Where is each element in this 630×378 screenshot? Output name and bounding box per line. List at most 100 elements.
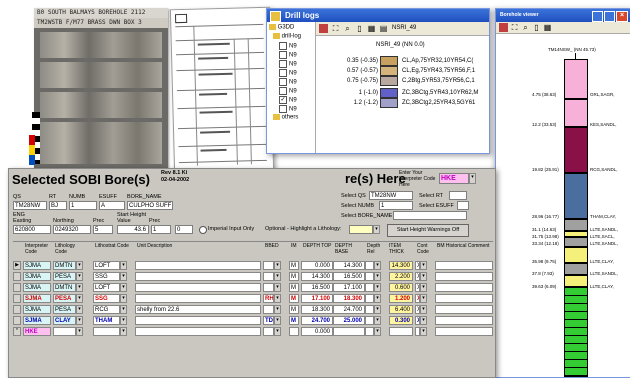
depth-base-cell[interactable]	[333, 327, 365, 336]
lithostrat-code-cell[interactable]: SSG	[93, 272, 120, 281]
dropdown-arrow-icon[interactable]: ▾	[76, 283, 83, 292]
dropdown-arrow-icon[interactable]: ▾	[274, 305, 281, 314]
table-row[interactable]: * HKE ▾ ▾ ▾ 0.000 ▾ ▾	[13, 327, 493, 337]
bore-name-field[interactable]: CULPHO SUFF	[127, 201, 173, 210]
checkbox[interactable]	[279, 78, 287, 86]
item-thick-cell[interactable]: 6.400	[389, 305, 413, 314]
zoom-icon[interactable]: ⌕	[343, 24, 352, 33]
lithostrat-code-cell[interactable]: LOFT	[93, 261, 120, 270]
dropdown-arrow-icon[interactable]: ▾	[120, 261, 127, 270]
dropdown-arrow-icon[interactable]: ▾	[374, 261, 381, 270]
unit-description-cell[interactable]	[135, 261, 261, 270]
lithology-code-cell[interactable]: DMTN	[53, 283, 76, 292]
tree-item[interactable]: ✓ N9	[279, 96, 297, 104]
page-icon[interactable]: ▯	[355, 24, 364, 33]
start-height-warnings-button[interactable]: Start Height Warnings Off	[387, 224, 469, 237]
dropdown-arrow-icon[interactable]: ▾	[76, 327, 83, 336]
tree-item[interactable]: N9	[279, 87, 297, 95]
dropdown-arrow-icon[interactable]: ▾	[374, 294, 381, 303]
dropdown-arrow-icon[interactable]: ▾	[420, 294, 427, 303]
drill-logs-title-bar[interactable]: Drill logs	[267, 9, 489, 22]
row-selector[interactable]: ▶	[13, 261, 21, 270]
table-row[interactable]: SJMADMTN▾LOFT▾▾M16.50017.100▾0.600X▾	[13, 283, 493, 293]
dropdown-arrow-icon[interactable]: ▾	[420, 316, 427, 325]
lithology-code-cell[interactable]	[53, 327, 76, 336]
item-thick-cell[interactable]: 0.600	[389, 283, 413, 292]
dropdown-arrow-icon[interactable]: ▾	[120, 305, 127, 314]
dropdown-arrow-icon[interactable]: ▾	[420, 305, 427, 314]
depth-top-cell[interactable]: 0.000	[301, 327, 333, 336]
interpreter-code-cell[interactable]: SJMA	[23, 261, 51, 270]
item-thick-cell[interactable]: 2.200	[389, 272, 413, 281]
row-selector[interactable]	[13, 283, 21, 292]
dropdown-arrow-icon[interactable]: ▾	[76, 261, 83, 270]
dropdown-arrow-icon[interactable]: ▾	[120, 283, 127, 292]
checkbox[interactable]	[279, 105, 287, 113]
minimize-button[interactable]	[592, 11, 603, 22]
dropdown-arrow-icon[interactable]: ▾	[274, 294, 281, 303]
lithology-code-cell[interactable]: DMTN	[53, 261, 76, 270]
row-selector[interactable]: *	[13, 327, 21, 336]
dropdown-arrow-icon[interactable]: ▾	[120, 316, 127, 325]
lithostrat-code-cell[interactable]: THAM	[93, 316, 120, 325]
select-qs-field[interactable]: TM28NW	[369, 191, 413, 200]
highlight-lithology-dropdown[interactable]: ▾	[373, 225, 380, 234]
checkbox[interactable]	[279, 42, 287, 50]
dropdown-arrow-icon[interactable]: ▾	[120, 272, 127, 281]
dropdown-arrow-icon[interactable]: ▾	[420, 272, 427, 281]
dropdown-arrow-icon[interactable]: ▾	[76, 305, 83, 314]
bbed-cell[interactable]: TD	[263, 316, 274, 325]
im-cell[interactable]: M	[289, 272, 299, 281]
page-icon[interactable]: ▯	[532, 23, 541, 32]
bbed-cell[interactable]: RH	[263, 294, 274, 303]
depth-base-cell[interactable]: 25.000	[333, 316, 365, 325]
historical-comment-cell[interactable]	[435, 327, 493, 336]
item-thick-cell[interactable]	[389, 327, 413, 336]
start-height-field[interactable]: 43.6	[117, 225, 149, 234]
close-button[interactable]: ×	[616, 11, 628, 22]
dropdown-arrow-icon[interactable]: ▾	[420, 261, 427, 270]
dropdown-arrow-icon[interactable]: ▾	[76, 316, 83, 325]
grid-icon[interactable]: ▦	[367, 24, 376, 33]
esuff-field[interactable]: A	[99, 201, 125, 210]
extra-field[interactable]: 0	[175, 225, 193, 234]
checkbox-checked[interactable]: ✓	[279, 96, 287, 104]
bbed-cell[interactable]	[263, 261, 274, 270]
unit-description-cell[interactable]	[135, 272, 261, 281]
tree-item[interactable]: N9	[279, 42, 297, 50]
lithology-code-cell[interactable]: PESA	[53, 294, 76, 303]
checkbox[interactable]	[279, 87, 287, 95]
tree-item[interactable]: N9	[279, 69, 297, 77]
depth-rel-cell[interactable]	[365, 283, 374, 292]
interpreter-code-cell[interactable]: SJMA	[23, 305, 51, 314]
im-cell[interactable]: M	[289, 294, 299, 303]
lithostrat-code-cell[interactable]: LOFT	[93, 283, 120, 292]
save-icon[interactable]	[499, 23, 508, 32]
dropdown-arrow-icon[interactable]: ▾	[274, 261, 281, 270]
interpreter-code-cell[interactable]: SJMA	[23, 283, 51, 292]
row-selector[interactable]	[13, 305, 21, 314]
row-selector[interactable]	[13, 272, 21, 281]
select-esuff-field[interactable]	[457, 201, 469, 210]
historical-comment-cell[interactable]	[435, 294, 493, 303]
tree-item[interactable]: N9	[279, 60, 297, 68]
select-bore-name-field[interactable]	[393, 211, 467, 220]
interpreter-code-cell[interactable]: SJMA	[23, 316, 51, 325]
checkbox[interactable]	[279, 51, 287, 59]
historical-comment-cell[interactable]	[435, 305, 493, 314]
depth-rel-cell[interactable]	[365, 261, 374, 270]
tree-item[interactable]: N9	[279, 78, 297, 86]
tree-root[interactable]: G3DD	[269, 24, 294, 31]
bbed-cell[interactable]	[263, 305, 274, 314]
easting-field[interactable]: 620800	[13, 225, 51, 234]
unit-description-cell[interactable]	[135, 294, 261, 303]
depth-rel-cell[interactable]	[365, 316, 374, 325]
dropdown-arrow-icon[interactable]: ▾	[274, 316, 281, 325]
dropdown-arrow-icon[interactable]: ▾	[76, 272, 83, 281]
select-rt-field[interactable]	[449, 191, 467, 200]
bbed-cell[interactable]	[263, 283, 274, 292]
table-row[interactable]: SJMACLAY▾THAM▾TD▾M24.70025.000▾0.300X▾	[13, 316, 493, 326]
historical-comment-cell[interactable]	[435, 272, 493, 281]
row-selector[interactable]	[13, 294, 21, 303]
im-cell[interactable]: M	[289, 283, 299, 292]
